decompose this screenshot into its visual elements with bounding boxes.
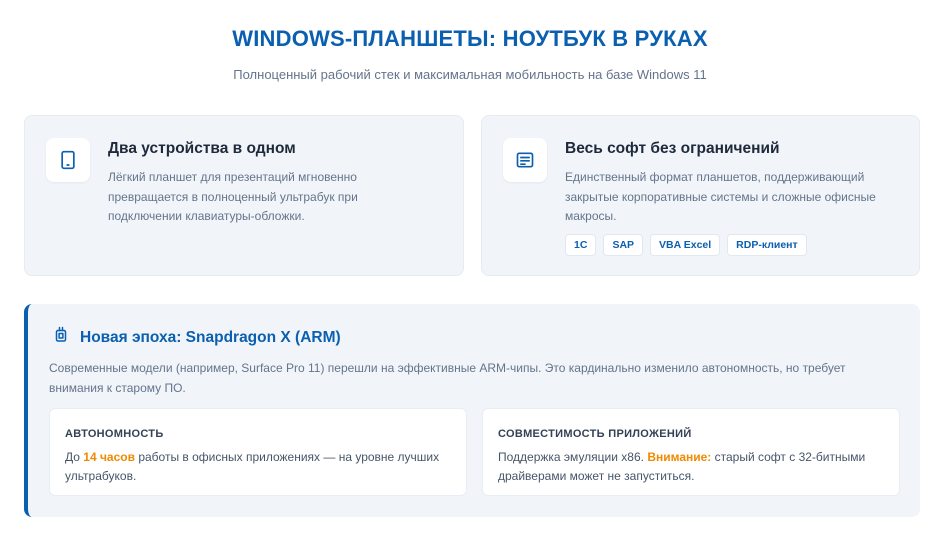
tablet-icon	[46, 138, 90, 182]
block-text: До 14 часов работы в офисных приложениях…	[65, 450, 440, 483]
software-tags: 1С SAP VBA Excel RDP-клиент	[565, 234, 807, 256]
feature-card-software: Весь софт без ограничений Единственный ф…	[481, 115, 920, 276]
tag-rdp-client: RDP-клиент	[727, 234, 807, 256]
tag-vba-excel: VBA Excel	[650, 234, 721, 256]
highlight-warning: Внимание:	[647, 450, 712, 464]
tag-1c: 1С	[565, 234, 597, 256]
card-text: Лёгкий планшет для презентаций мгновенно…	[108, 170, 358, 223]
card-text: Единственный формат планшетов, поддержив…	[565, 170, 876, 223]
card-title: Два устройства в одном	[108, 140, 296, 157]
block-text: Поддержка эмуляции x86. Внимание: старый…	[498, 450, 866, 483]
tag-sap: SAP	[603, 234, 644, 256]
snapdragon-panel: Новая эпоха: Snapdragon X (ARM) Современ…	[24, 304, 920, 517]
panel-description: Современные модели (например, Surface Pr…	[49, 361, 846, 395]
feature-card-two-devices: Два устройства в одном Лёгкий планшет дл…	[24, 115, 464, 276]
panel-title: Новая эпоха: Snapdragon X (ARM)	[80, 328, 341, 346]
highlight-hours: 14 часов	[83, 450, 135, 464]
block-title: АВТОНОМНОСТЬ	[65, 428, 164, 440]
chip-icon	[52, 326, 70, 349]
document-text-icon	[503, 138, 547, 182]
panel-header: Новая эпоха: Snapdragon X (ARM)	[52, 326, 341, 349]
page-subtitle: Полноценный рабочий стек и максимальная …	[233, 67, 707, 82]
card-title: Весь софт без ограничений	[565, 140, 780, 157]
autonomy-block: АВТОНОМНОСТЬ До 14 часов работы в офисны…	[49, 408, 467, 496]
block-title: СОВМЕСТИМОСТЬ ПРИЛОЖЕНИЙ	[498, 428, 692, 440]
page-title: WINDOWS-ПЛАНШЕТЫ: НОУТБУК В РУКАХ	[232, 26, 708, 51]
compatibility-block: СОВМЕСТИМОСТЬ ПРИЛОЖЕНИЙ Поддержка эмуля…	[482, 408, 900, 496]
